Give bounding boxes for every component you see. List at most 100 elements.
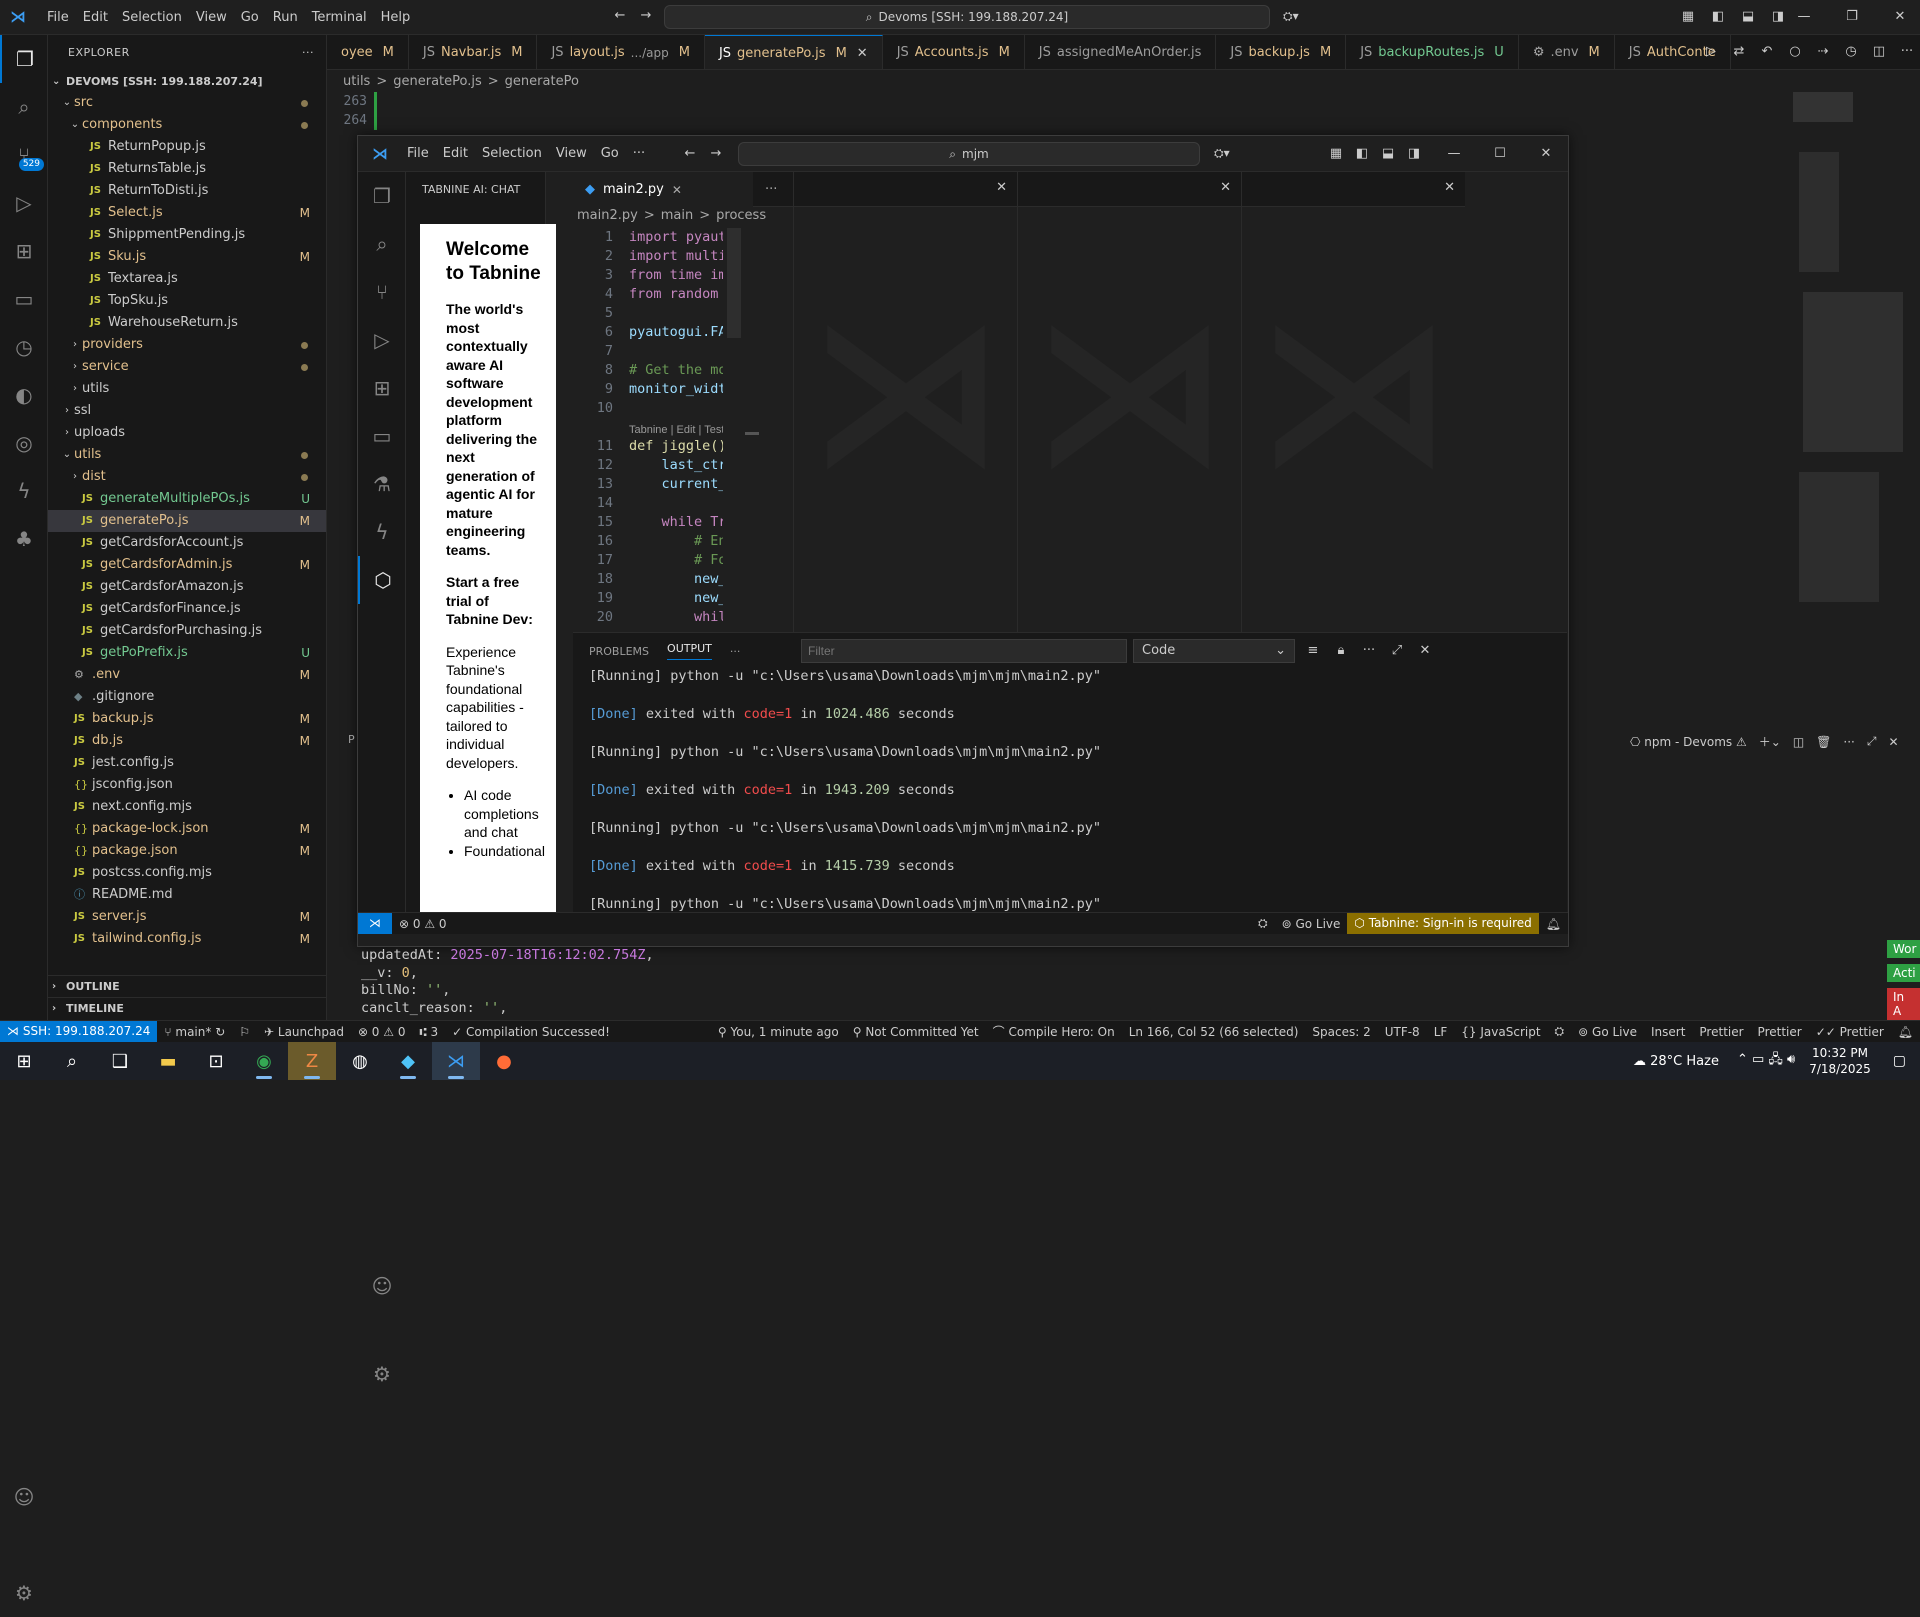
- notifications-bell-icon[interactable]: 🔔︎: [1539, 917, 1568, 931]
- menu-terminal[interactable]: Terminal: [305, 0, 374, 35]
- file-item[interactable]: {} package-lock.json M: [48, 818, 326, 840]
- split-editor-icon[interactable]: ◫: [1871, 44, 1887, 60]
- close-group-icon[interactable]: ✕: [1242, 172, 1465, 207]
- lightning-icon[interactable]: ϟ: [358, 508, 406, 556]
- editor-tab[interactable]: JS backup.js M: [1216, 35, 1347, 69]
- workspace-root[interactable]: ⌄ DEVOMS [SSH: 199.188.207.24]: [48, 70, 326, 92]
- file-item[interactable]: JS getCardsforAmazon.js: [48, 576, 326, 598]
- split-terminal-icon[interactable]: ◫: [1793, 735, 1804, 749]
- breadcrumb-segment[interactable]: main: [661, 208, 693, 228]
- output-channel-select[interactable]: Code ⌄: [1133, 639, 1295, 663]
- copilot-icon[interactable]: ⛭▾: [1283, 9, 1299, 24]
- editor-tab[interactable]: ⚙ .env M: [1519, 35, 1615, 69]
- close-icon[interactable]: ✕: [1538, 146, 1554, 162]
- gitlens-icon[interactable]: ◎: [0, 419, 48, 467]
- file-item[interactable]: JS ReturnsTable.js: [48, 158, 326, 180]
- gitlens-icon[interactable]: ⚐: [232, 1025, 257, 1039]
- eol-status[interactable]: LF: [1427, 1025, 1455, 1039]
- zoho-icon[interactable]: Z: [288, 1042, 336, 1080]
- customize-layout-icon[interactable]: ▦: [1680, 9, 1696, 25]
- nav-forward-icon[interactable]: →: [638, 8, 654, 24]
- more-actions-icon[interactable]: ···: [1361, 643, 1377, 659]
- explorer-icon[interactable]: ❐: [358, 172, 406, 220]
- file-item[interactable]: JS WarehouseReturn.js: [48, 312, 326, 334]
- postman-icon[interactable]: ●: [480, 1042, 528, 1080]
- toggle-sidebar-icon[interactable]: ◧: [1710, 9, 1726, 25]
- copilot-icon[interactable]: ⛭▾: [1214, 146, 1230, 161]
- toggle-panel-icon[interactable]: ⬓: [1380, 146, 1396, 162]
- live-share-icon[interactable]: ◐: [0, 371, 48, 419]
- editor-tab[interactable]: JS Accounts.js M: [883, 35, 1025, 69]
- problems-count[interactable]: ⊗ 0 ⚠ 0: [392, 917, 454, 931]
- nav-back-icon[interactable]: ←: [682, 146, 698, 162]
- editor-tab[interactable]: JS layout.js .../app M: [537, 35, 705, 69]
- file-item[interactable]: JS generateMultiplePOs.js U: [48, 488, 326, 510]
- extensions-icon[interactable]: ⊞: [358, 364, 406, 412]
- lock-icon[interactable]: 🔒︎: [1333, 643, 1349, 659]
- explorer-icon[interactable]: ❐: [0, 35, 48, 83]
- tab-problems[interactable]: PROBLEMS: [589, 645, 649, 658]
- tray-icons[interactable]: ⌃ ▭ 🖧︎ 🔊︎: [1737, 1050, 1795, 1072]
- close-panel-icon[interactable]: ✕: [1888, 735, 1898, 749]
- tabnine-status-button[interactable]: ⬡ Tabnine: Sign-in is required: [1347, 913, 1539, 934]
- file-item[interactable]: JS getPoPrefix.js U: [48, 642, 326, 664]
- inner-command-center[interactable]: ⌕ mjm: [738, 142, 1200, 166]
- code-view[interactable]: 1 import pyautogu 2 import multipro 3 from ti…: [573, 228, 723, 628]
- file-item[interactable]: JS db.js M: [48, 730, 326, 752]
- run-debug-icon[interactable]: ▷: [358, 316, 406, 364]
- output-filter-input[interactable]: [801, 639, 1127, 663]
- maximize-icon[interactable]: ☐: [1492, 146, 1508, 162]
- kill-terminal-icon[interactable]: 🗑︎: [1816, 735, 1831, 749]
- side-label[interactable]: Wor: [1887, 940, 1920, 958]
- file-item[interactable]: JS generatePo.js M: [48, 510, 326, 532]
- problems-count[interactable]: ⊗ 0 ⚠ 0: [351, 1025, 413, 1039]
- outer-terminal-output[interactable]: updatedAt: 2025-07-18T16:12:02.754Z, __v:…: [361, 947, 654, 1017]
- editor-tab[interactable]: oyee M: [327, 35, 409, 69]
- minimize-icon[interactable]: —: [1446, 146, 1462, 162]
- inner-menu-item[interactable]: ···: [626, 136, 652, 171]
- breadcrumb-segment[interactable]: process: [716, 208, 766, 228]
- folder-item[interactable]: ⌄ components: [48, 114, 326, 136]
- clear-output-icon[interactable]: ≡: [1305, 643, 1321, 659]
- dot-icon[interactable]: ○: [1787, 44, 1803, 60]
- commit-status[interactable]: ⚲ Not Committed Yet: [846, 1025, 986, 1039]
- menu-file[interactable]: File: [40, 0, 76, 35]
- more-actions-icon[interactable]: ···: [1843, 735, 1854, 749]
- terminal-selector[interactable]: ⎔ npm - Devoms ⚠: [1630, 735, 1747, 749]
- folder-item[interactable]: › uploads: [48, 422, 326, 444]
- toggle-secondary-sidebar-icon[interactable]: ◨: [1770, 9, 1786, 25]
- search-icon[interactable]: ⌕: [0, 83, 48, 131]
- file-item[interactable]: JS getCardsforPurchasing.js: [48, 620, 326, 642]
- menu-help[interactable]: Help: [374, 0, 418, 35]
- file-item[interactable]: JS ShippmentPending.js: [48, 224, 326, 246]
- more-actions-icon[interactable]: ···: [302, 46, 314, 59]
- source-control-icon[interactable]: ⑂ 529: [0, 131, 48, 179]
- toggle-sidebar-icon[interactable]: ◧: [1354, 146, 1370, 162]
- blame-status[interactable]: ⚲ You, 1 minute ago: [711, 1025, 846, 1039]
- folder-item[interactable]: ⌄ utils: [48, 444, 326, 466]
- command-center-search[interactable]: ⌕ Devoms [SSH: 199.188.207.24]: [664, 5, 1270, 29]
- tabnine-icon[interactable]: ⬡: [358, 556, 406, 604]
- close-icon[interactable]: ✕: [1892, 9, 1908, 25]
- run-icon[interactable]: ▷: [1703, 44, 1719, 60]
- python-icon[interactable]: ♣: [0, 515, 48, 563]
- tab-main2-py[interactable]: ◆ main2.py ✕: [573, 172, 753, 207]
- folder-item[interactable]: › dist: [48, 466, 326, 488]
- accounts-icon[interactable]: ☺: [358, 1262, 406, 1310]
- more-actions-icon[interactable]: ···: [753, 172, 789, 207]
- maximize-panel-icon[interactable]: ⤢: [1389, 643, 1405, 659]
- branch-status[interactable]: ⑂ main* ↻: [157, 1025, 232, 1039]
- editor-tab[interactable]: JS backupRoutes.js U: [1346, 35, 1519, 69]
- search-icon[interactable]: ⌕: [358, 220, 406, 268]
- remote-indicator-icon[interactable]: ⋊: [358, 913, 392, 934]
- revert-icon[interactable]: ↶: [1759, 44, 1775, 60]
- breadcrumb-segment[interactable]: generatePo: [505, 74, 579, 89]
- menu-selection[interactable]: Selection: [115, 0, 189, 35]
- folder-item[interactable]: › service: [48, 356, 326, 378]
- windows-start-icon[interactable]: ⊞: [0, 1042, 48, 1080]
- file-item[interactable]: JS backup.js M: [48, 708, 326, 730]
- close-panel-icon[interactable]: ✕: [1417, 643, 1433, 659]
- timeline-icon[interactable]: ◷: [1843, 44, 1859, 60]
- inner-minimap[interactable]: [725, 228, 747, 348]
- folder-item[interactable]: › utils: [48, 378, 326, 400]
